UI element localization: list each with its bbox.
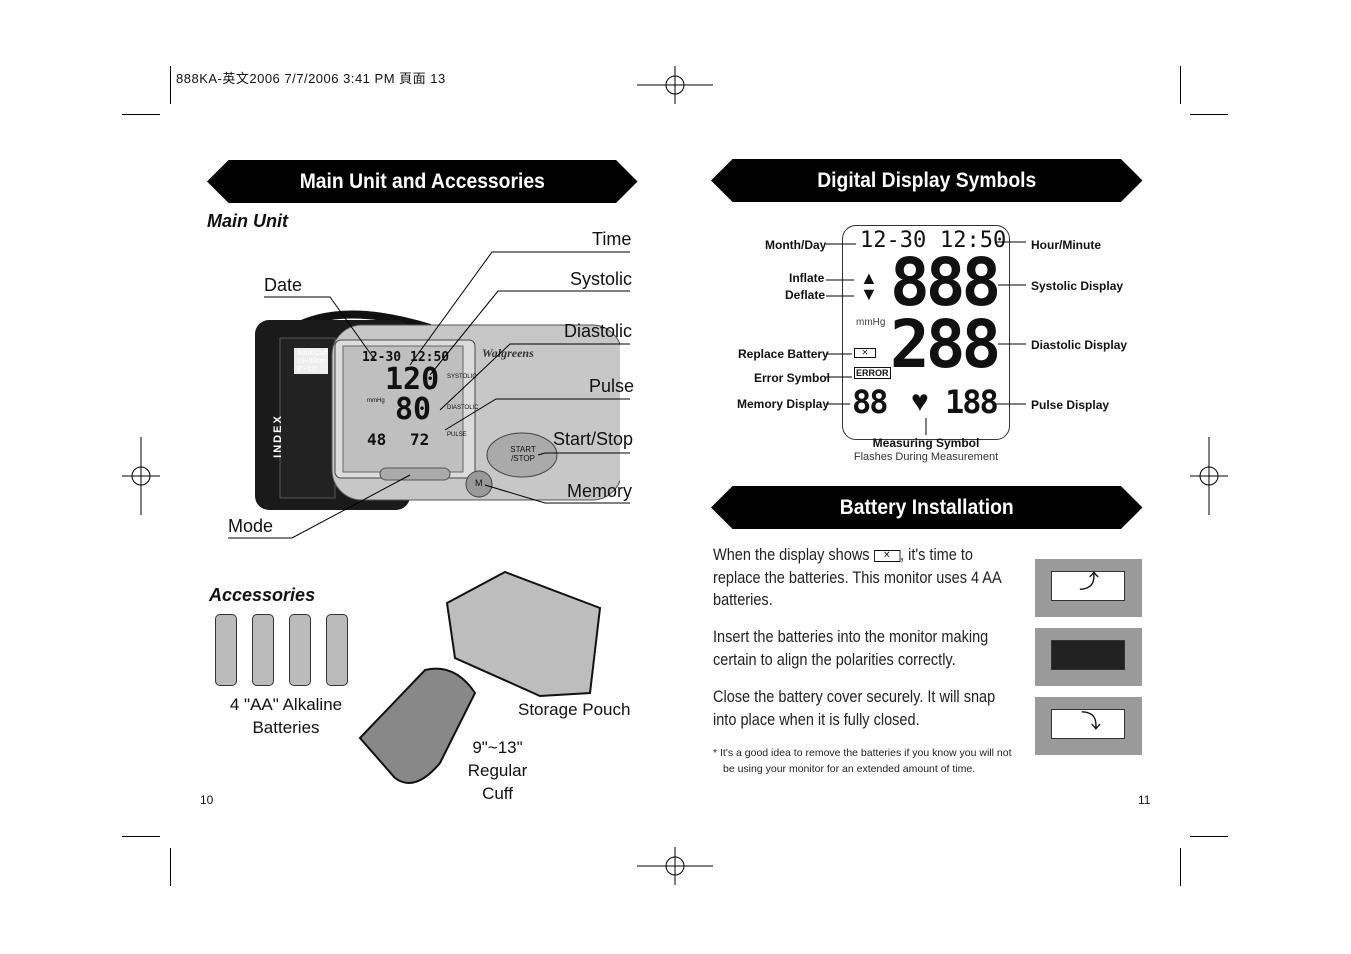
label-replace-battery: Replace Battery (738, 347, 829, 361)
pouch-label: Storage Pouch (518, 700, 631, 719)
label-error: Error Symbol (754, 371, 831, 385)
label-measuring-note: Flashes During Measurement (853, 451, 999, 463)
battery-icon (326, 614, 348, 686)
label-hour-minute: Hour/Minute (1031, 238, 1101, 252)
battery-para-3: Close the battery cover securely. It wil… (713, 688, 996, 729)
label-month-day: Month/Day (765, 238, 827, 252)
footnote: * It's a good idea to remove the batteri… (713, 747, 1012, 775)
page-number-right: 11 (1138, 793, 1151, 807)
replace-battery-icon: ✕ (873, 549, 901, 562)
battery-para-2: Insert the batteries into the monitor ma… (713, 628, 989, 669)
battery-icon (289, 614, 311, 686)
label-diastolic: Diastolic Display (1031, 338, 1128, 352)
cuff-label: 9"~13" Regular Cuff (467, 738, 528, 803)
label-deflate: Deflate (785, 288, 826, 302)
battery-installation-banner: Battery Installation (711, 486, 1143, 529)
battery-insert-illustration (1035, 628, 1142, 686)
label-memory: Memory Display (737, 397, 830, 411)
battery-para-1: When the display shows ✕, it's time to r… (713, 544, 1012, 612)
callout-mode: Mode (228, 516, 274, 536)
label-systolic: Systolic Display (1031, 279, 1124, 293)
battery-cover-close-illustration: ⤵ (1035, 697, 1142, 755)
para1-start: When the display shows (713, 546, 870, 564)
label-pulse: Pulse Display (1031, 398, 1110, 412)
battery-cover-open-illustration: ⤴ (1035, 559, 1142, 617)
symbol-leader-lines (826, 241, 1026, 435)
page-number-left: 10 (200, 793, 214, 807)
batteries-label: 4 "AA" Alkaline Batteries (229, 695, 343, 737)
battery-icon (215, 614, 237, 686)
label-inflate: Inflate (789, 271, 825, 285)
label-measuring: Measuring Symbol (872, 436, 980, 450)
battery-icon (252, 614, 274, 686)
accessories-heading: Accessories (209, 585, 316, 605)
